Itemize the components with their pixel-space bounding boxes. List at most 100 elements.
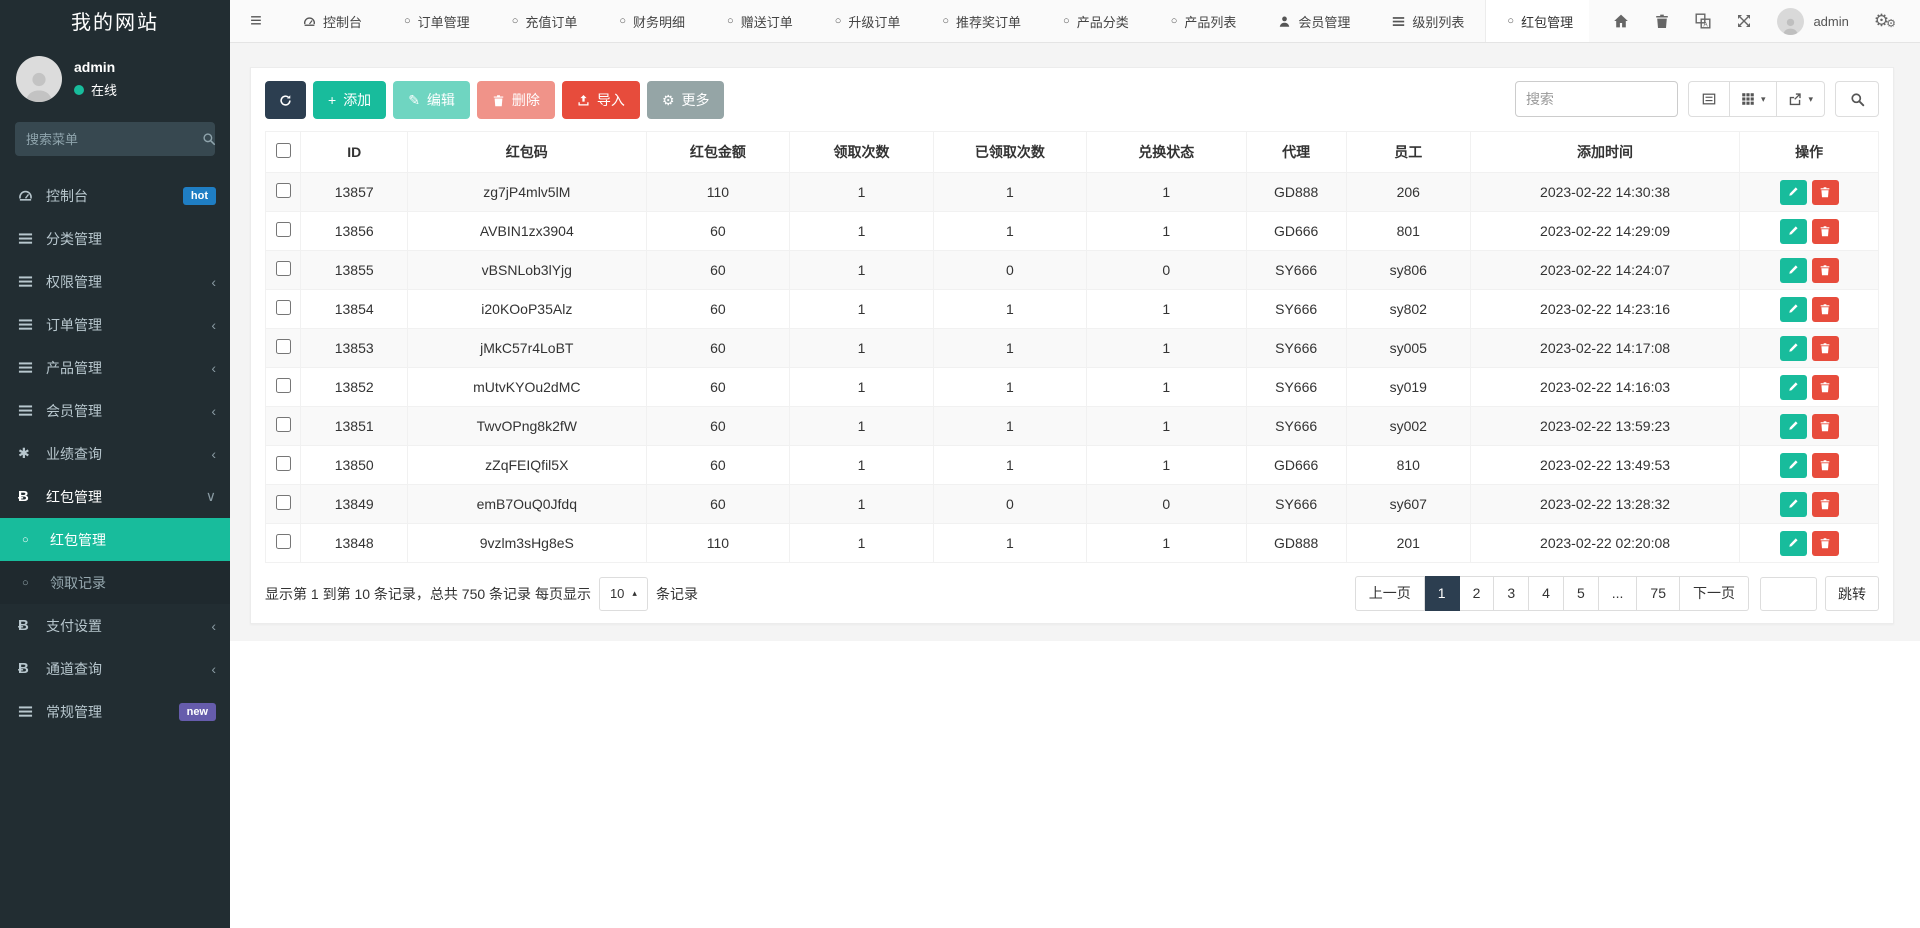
sidebar-item-4[interactable]: 产品管理 ‹ — [0, 346, 230, 389]
sidebar-item-2[interactable]: 权限管理 ‹ — [0, 260, 230, 303]
delete-button[interactable]: 删除 — [476, 81, 555, 119]
cell-operations — [1739, 328, 1879, 368]
delete-row-button[interactable] — [1811, 413, 1839, 439]
row-checkbox[interactable] — [275, 417, 291, 432]
page-button-...[interactable]: ... — [1598, 576, 1638, 611]
home-icon[interactable] — [1613, 13, 1629, 29]
translate-icon[interactable]: A — [1695, 13, 1711, 29]
sidebar-item-1[interactable]: 分类管理 — [0, 217, 230, 260]
row-checkbox[interactable] — [275, 300, 291, 315]
tab-2[interactable]: ○ 充值订单 — [491, 0, 599, 42]
tab-9[interactable]: 会员管理 — [1257, 0, 1371, 42]
next-page-button[interactable]: 下一页 — [1680, 576, 1749, 611]
edit-row-button[interactable] — [1779, 452, 1807, 478]
cell-amount: 110 — [645, 172, 791, 212]
delete-row-button[interactable] — [1811, 335, 1839, 361]
sidebar-item-9[interactable]: ○ 领取记录 — [0, 561, 230, 604]
cell-code: 9vzlm3sHg8eS — [406, 523, 647, 563]
search-button[interactable] — [1835, 81, 1879, 117]
edit-row-button[interactable] — [1779, 218, 1807, 244]
cell-claimed: 0 — [932, 250, 1087, 290]
tab-5[interactable]: ○ 升级订单 — [814, 0, 922, 42]
sidebar-item-12[interactable]: 常规管理 new — [0, 690, 230, 733]
delete-row-button[interactable] — [1811, 296, 1839, 322]
refresh-button[interactable] — [265, 81, 306, 119]
user-status: 在线 — [74, 80, 117, 99]
edit-row-button[interactable] — [1779, 179, 1807, 205]
user-menu[interactable]: admin — [1777, 7, 1849, 35]
cell-time: 2023-02-22 14:30:38 — [1469, 172, 1741, 212]
import-button[interactable]: 导入 — [561, 81, 640, 119]
tab-4[interactable]: ○ 赠送订单 — [706, 0, 814, 42]
hamburger-icon[interactable]: ≡ — [230, 0, 282, 42]
edit-row-button[interactable] — [1779, 257, 1807, 283]
tab-8[interactable]: ○ 产品列表 — [1150, 0, 1258, 42]
cell-status: 1 — [1085, 289, 1247, 329]
sidebar-item-5[interactable]: 会员管理 ‹ — [0, 389, 230, 432]
cell-claimed: 1 — [932, 523, 1087, 563]
edit-row-button[interactable] — [1779, 374, 1807, 400]
row-checkbox[interactable] — [275, 534, 291, 549]
page-button-3[interactable]: 3 — [1494, 576, 1530, 611]
chevron-left-icon: ‹ — [211, 316, 216, 333]
row-checkbox[interactable] — [275, 339, 291, 354]
tab-7[interactable]: ○ 产品分类 — [1042, 0, 1150, 42]
delete-row-button[interactable] — [1811, 218, 1839, 244]
page-size-select[interactable]: 10 ▴ — [598, 576, 648, 611]
delete-row-button[interactable] — [1811, 491, 1839, 517]
sidebar-item-11[interactable]: Ƀ 通道查询 ‹ — [0, 647, 230, 690]
delete-row-button[interactable] — [1811, 530, 1839, 556]
row-checkbox[interactable] — [275, 456, 291, 471]
jump-button[interactable]: 跳转 — [1825, 576, 1879, 611]
row-checkbox[interactable] — [275, 261, 291, 276]
tab-0[interactable]: 控制台 — [282, 0, 383, 42]
row-checkbox[interactable] — [275, 495, 291, 510]
delete-row-button[interactable] — [1811, 374, 1839, 400]
row-checkbox[interactable] — [275, 222, 291, 237]
select-all-checkbox[interactable] — [275, 143, 291, 158]
row-checkbox[interactable] — [275, 378, 291, 393]
add-button[interactable]: + 添加 — [313, 81, 387, 119]
page-button-75[interactable]: 75 — [1637, 576, 1680, 611]
page-button-1[interactable]: 1 — [1424, 576, 1460, 611]
jump-page-input[interactable] — [1760, 576, 1817, 611]
fullscreen-icon[interactable] — [1736, 13, 1752, 29]
delete-row-button[interactable] — [1811, 452, 1839, 478]
cell-status: 1 — [1085, 172, 1247, 212]
sidebar-item-10[interactable]: Ƀ 支付设置 ‹ — [0, 604, 230, 647]
table-search-input[interactable] — [1514, 81, 1678, 117]
tab-3[interactable]: ○ 财务明细 — [598, 0, 706, 42]
page-button-5[interactable]: 5 — [1563, 576, 1599, 611]
delete-row-button[interactable] — [1811, 179, 1839, 205]
sidebar-item-8[interactable]: ○ 红包管理 — [0, 518, 230, 561]
columns-button[interactable]: ▾ — [1729, 81, 1778, 117]
edit-row-button[interactable] — [1779, 413, 1807, 439]
cell-status: 0 — [1085, 484, 1247, 524]
prev-page-button[interactable]: 上一页 — [1354, 576, 1425, 611]
tab-1[interactable]: ○ 订单管理 — [383, 0, 491, 42]
sidebar-search-input[interactable] — [26, 131, 202, 147]
edit-row-button[interactable] — [1779, 491, 1807, 517]
gears-icon[interactable]: ⚙ ⚙ — [1874, 11, 1896, 31]
edit-button[interactable]: ✎ 编辑 — [393, 81, 470, 119]
cell-code: mUtvKYOu2dMC — [406, 367, 647, 407]
delete-row-button[interactable] — [1811, 257, 1839, 283]
tab-11[interactable]: ○ 红包管理 — [1485, 0, 1590, 42]
edit-row-button[interactable] — [1779, 530, 1807, 556]
edit-row-button[interactable] — [1779, 296, 1807, 322]
page-button-2[interactable]: 2 — [1459, 576, 1495, 611]
page-button-4[interactable]: 4 — [1529, 576, 1564, 611]
tab-6[interactable]: ○ 推荐奖订单 — [921, 0, 1042, 42]
tab-10[interactable]: 级别列表 — [1371, 0, 1485, 42]
more-button[interactable]: ⚙ 更多 — [646, 81, 725, 119]
sidebar-item-0[interactable]: 控制台 hot — [0, 174, 230, 217]
trash-icon[interactable] — [1654, 13, 1670, 29]
export-button[interactable]: ▾ — [1777, 81, 1825, 117]
cell-times: 1 — [789, 445, 934, 485]
sidebar-item-6[interactable]: ✱ 业绩查询 ‹ — [0, 432, 230, 475]
sidebar-item-3[interactable]: 订单管理 ‹ — [0, 303, 230, 346]
row-checkbox[interactable] — [275, 183, 291, 198]
detail-view-button[interactable] — [1687, 81, 1730, 117]
sidebar-item-7[interactable]: Ƀ 红包管理 ∨ — [0, 475, 230, 518]
edit-row-button[interactable] — [1779, 335, 1807, 361]
